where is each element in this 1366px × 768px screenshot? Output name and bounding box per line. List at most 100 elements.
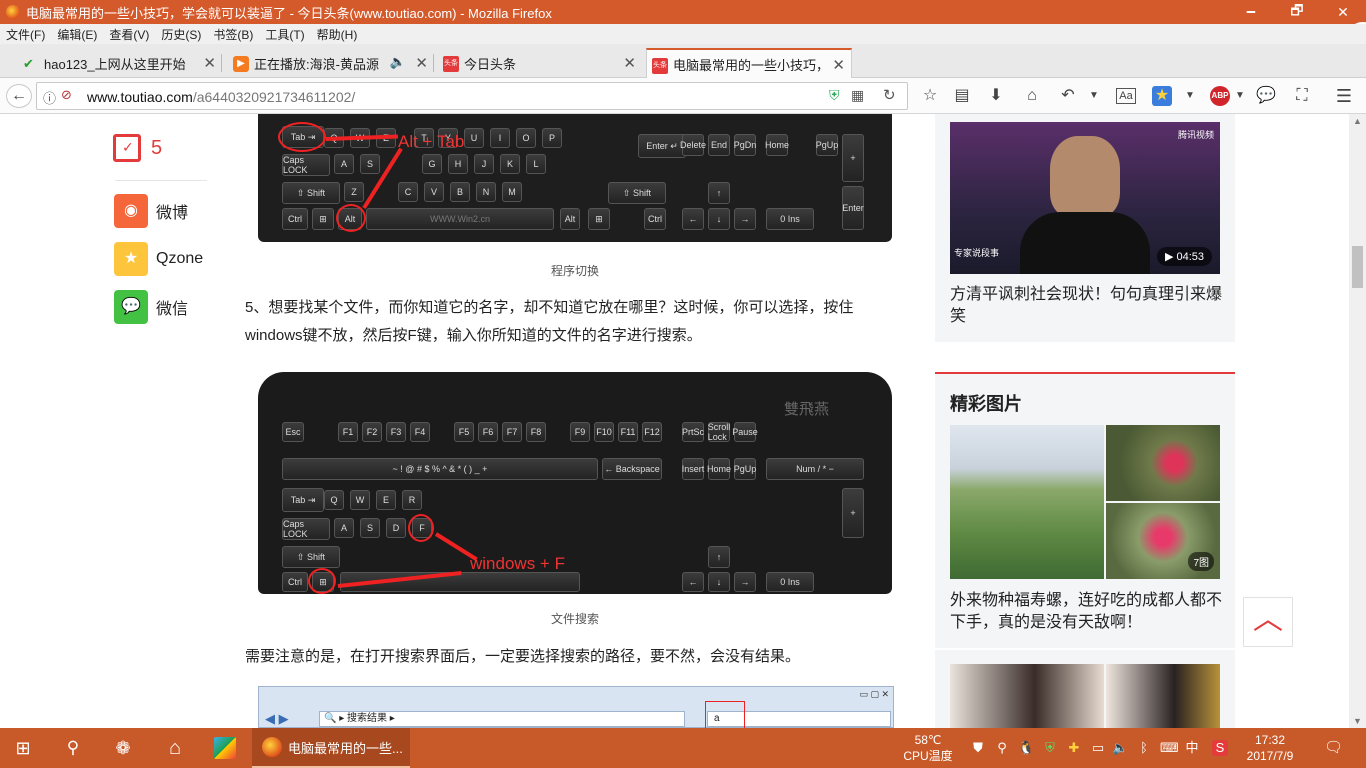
url-bar[interactable]: ⓘ ⊘ www.toutiao.com/a6440320921734611202… bbox=[36, 82, 908, 110]
video-card[interactable]: 专家说段事 腾讯视频 ▶ 04:53 方清平讽刺社会现状！句句真理引来爆笑 bbox=[935, 114, 1235, 342]
ime-indicator[interactable]: 中 bbox=[1184, 740, 1200, 756]
close-tab-icon[interactable]: ✕ bbox=[832, 56, 845, 74]
menu-tools[interactable]: 工具(T) bbox=[265, 26, 304, 43]
reading-list-icon[interactable]: ▤ bbox=[952, 86, 972, 106]
network-icon[interactable]: ⌨ bbox=[1160, 740, 1179, 756]
gallery-title[interactable]: 外来物种福寿螺，连好吃的成都人都不下手，真的是没有天敌啊！ bbox=[950, 590, 1222, 634]
bookmark-star-icon[interactable]: ☆ bbox=[920, 86, 940, 106]
key-b: B bbox=[450, 182, 470, 202]
photo-right[interactable] bbox=[1106, 664, 1220, 728]
key-d: D bbox=[386, 518, 406, 538]
bluetooth-icon[interactable]: ᛒ bbox=[1136, 740, 1152, 756]
page-scrollbar[interactable]: ▲ ▼ bbox=[1349, 114, 1366, 728]
gallery-side-image-top[interactable] bbox=[1106, 425, 1220, 501]
sogou-icon[interactable]: S bbox=[1212, 740, 1228, 756]
shield-tray-icon[interactable]: ⛨ bbox=[1042, 740, 1058, 756]
plus-tray-icon[interactable]: ✚ bbox=[1066, 740, 1082, 756]
url-text: www.toutiao.com/a6440320921734611202/ bbox=[87, 89, 355, 105]
scroll-down-arrow[interactable]: ▼ bbox=[1353, 716, 1362, 726]
key-f3: F3 bbox=[386, 422, 406, 442]
menu-help[interactable]: 帮助(H) bbox=[317, 26, 358, 43]
security-icon[interactable]: ⛊ bbox=[970, 740, 986, 756]
back-to-top-button[interactable]: ︿ bbox=[1243, 597, 1293, 647]
share-wechat[interactable]: 💬 微信 bbox=[114, 290, 188, 324]
store-app-icon[interactable] bbox=[202, 728, 248, 768]
battery-icon[interactable]: ▭ bbox=[1090, 740, 1106, 756]
adblock-icon[interactable]: ABP bbox=[1210, 86, 1230, 106]
video-thumbnail[interactable]: 专家说段事 腾讯视频 ▶ 04:53 bbox=[950, 122, 1220, 274]
key-k: K bbox=[500, 154, 520, 174]
key-s: S bbox=[360, 154, 380, 174]
reload-icon[interactable]: ↻ bbox=[883, 86, 896, 104]
taskbar-app-label: 电脑最常用的一些... bbox=[288, 740, 403, 756]
key-f7: F7 bbox=[502, 422, 522, 442]
dropdown-icon[interactable]: ▼ bbox=[1084, 86, 1104, 106]
close-tab-icon[interactable]: ✕ bbox=[415, 54, 428, 72]
comment-link[interactable]: ✓ 5 bbox=[113, 134, 162, 162]
hamburger-menu-icon[interactable]: ☰ bbox=[1334, 86, 1354, 106]
qr-code-icon[interactable]: ▦ bbox=[851, 87, 864, 104]
home-app-icon[interactable]: ⌂ bbox=[152, 728, 198, 768]
minimize-button[interactable]: 🗕 bbox=[1228, 0, 1274, 24]
key-o: O bbox=[516, 128, 536, 148]
dropdown-icon[interactable]: ▼ bbox=[1230, 86, 1250, 106]
home-icon[interactable]: ⌂ bbox=[1022, 86, 1042, 106]
search-icon[interactable]: ⚲ bbox=[50, 728, 96, 768]
cpu-temp[interactable]: 58℃ CPU温度 bbox=[900, 732, 956, 764]
shield-icon[interactable]: ⛨ bbox=[829, 87, 840, 104]
download-icon[interactable]: ⬇ bbox=[986, 86, 1006, 106]
page-content: ✓ 5 ◉ 微博 ★ Qzone 💬 微信 Tab ⇥ Caps LOCK ⇧ … bbox=[0, 114, 1366, 728]
tab-toutiao[interactable]: 头条 今日头条 ✕ bbox=[438, 48, 642, 78]
close-button[interactable]: ✕ bbox=[1320, 0, 1366, 24]
comment-icon: ✓ bbox=[113, 134, 141, 162]
menu-bookmarks[interactable]: 书签(B) bbox=[213, 26, 253, 43]
speaker-icon[interactable]: 🔈 bbox=[390, 54, 406, 70]
crop-icon[interactable]: ⛶ bbox=[1292, 86, 1312, 106]
video-title[interactable]: 方清平讽刺社会现状！句句真理引来爆笑 bbox=[950, 284, 1222, 328]
favorites-icon[interactable]: ★ bbox=[1152, 86, 1172, 106]
search-tray-icon[interactable]: ⚲ bbox=[994, 740, 1010, 756]
tab-hao123[interactable]: ✔ hao123_上网从这里开始 ✕ bbox=[18, 48, 222, 78]
volume-icon[interactable]: 🔈 bbox=[1112, 740, 1128, 756]
video-source-text: 腾讯视频 bbox=[1177, 130, 1214, 140]
back-button[interactable]: ← bbox=[6, 84, 32, 108]
dropdown-icon[interactable]: ▼ bbox=[1180, 86, 1200, 106]
qq-icon[interactable]: 🐧 bbox=[1018, 740, 1034, 756]
share-qzone[interactable]: ★ Qzone bbox=[114, 242, 203, 276]
task-view-icon[interactable]: ❁ bbox=[100, 728, 146, 768]
share-label: 微信 bbox=[156, 301, 189, 318]
scroll-thumb[interactable] bbox=[1352, 246, 1363, 288]
blocked-content-icon[interactable]: ⊘ bbox=[61, 87, 72, 103]
key-ctrl: Ctrl bbox=[282, 208, 308, 230]
image-caption: 文件搜索 bbox=[550, 612, 599, 626]
key-up: ↑ bbox=[708, 182, 730, 204]
temp-label: CPU温度 bbox=[903, 749, 953, 763]
tab-music[interactable]: ▶ 正在播放:海浪-黄品源 🔈 ✕ bbox=[228, 48, 434, 78]
close-tab-icon[interactable]: ✕ bbox=[203, 54, 216, 72]
key-r: R bbox=[402, 490, 422, 510]
key-shift: ⇧ Shift bbox=[282, 182, 340, 204]
maximize-button[interactable]: 🗗 bbox=[1274, 0, 1320, 24]
menu-edit[interactable]: 编辑(E) bbox=[57, 26, 97, 43]
info-icon[interactable]: ⓘ bbox=[43, 88, 56, 107]
start-button[interactable]: ⊞ bbox=[0, 728, 46, 768]
menu-file[interactable]: 文件(F) bbox=[6, 26, 45, 43]
key-shift-right: ⇧ Shift bbox=[608, 182, 666, 204]
clock[interactable]: 17:32 2017/7/9 bbox=[1238, 732, 1302, 764]
scroll-up-arrow[interactable]: ▲ bbox=[1353, 116, 1362, 126]
gallery-side-image-bottom[interactable]: 7图 bbox=[1106, 503, 1220, 579]
undo-close-icon[interactable]: ↶ bbox=[1058, 86, 1078, 106]
menu-history[interactable]: 历史(S) bbox=[161, 26, 201, 43]
photo-left[interactable] bbox=[950, 664, 1104, 728]
chat-icon[interactable]: 💬 bbox=[1256, 86, 1276, 106]
gallery-main-image[interactable] bbox=[950, 425, 1104, 579]
key-right: → bbox=[734, 572, 756, 592]
reader-view-icon[interactable]: Aa bbox=[1116, 88, 1136, 104]
close-tab-icon[interactable]: ✕ bbox=[623, 54, 636, 72]
taskbar-firefox-button[interactable]: 电脑最常用的一些... bbox=[252, 728, 410, 768]
tab-article-active[interactable]: 头条 电脑最常用的一些小技巧，学 ✕ bbox=[646, 48, 852, 78]
menu-view[interactable]: 查看(V) bbox=[109, 26, 149, 43]
share-weibo[interactable]: ◉ 微博 bbox=[114, 194, 188, 228]
notification-center-icon[interactable]: 🗨 bbox=[1324, 740, 1343, 756]
breadcrumb-text: 搜索结果 bbox=[347, 713, 388, 724]
